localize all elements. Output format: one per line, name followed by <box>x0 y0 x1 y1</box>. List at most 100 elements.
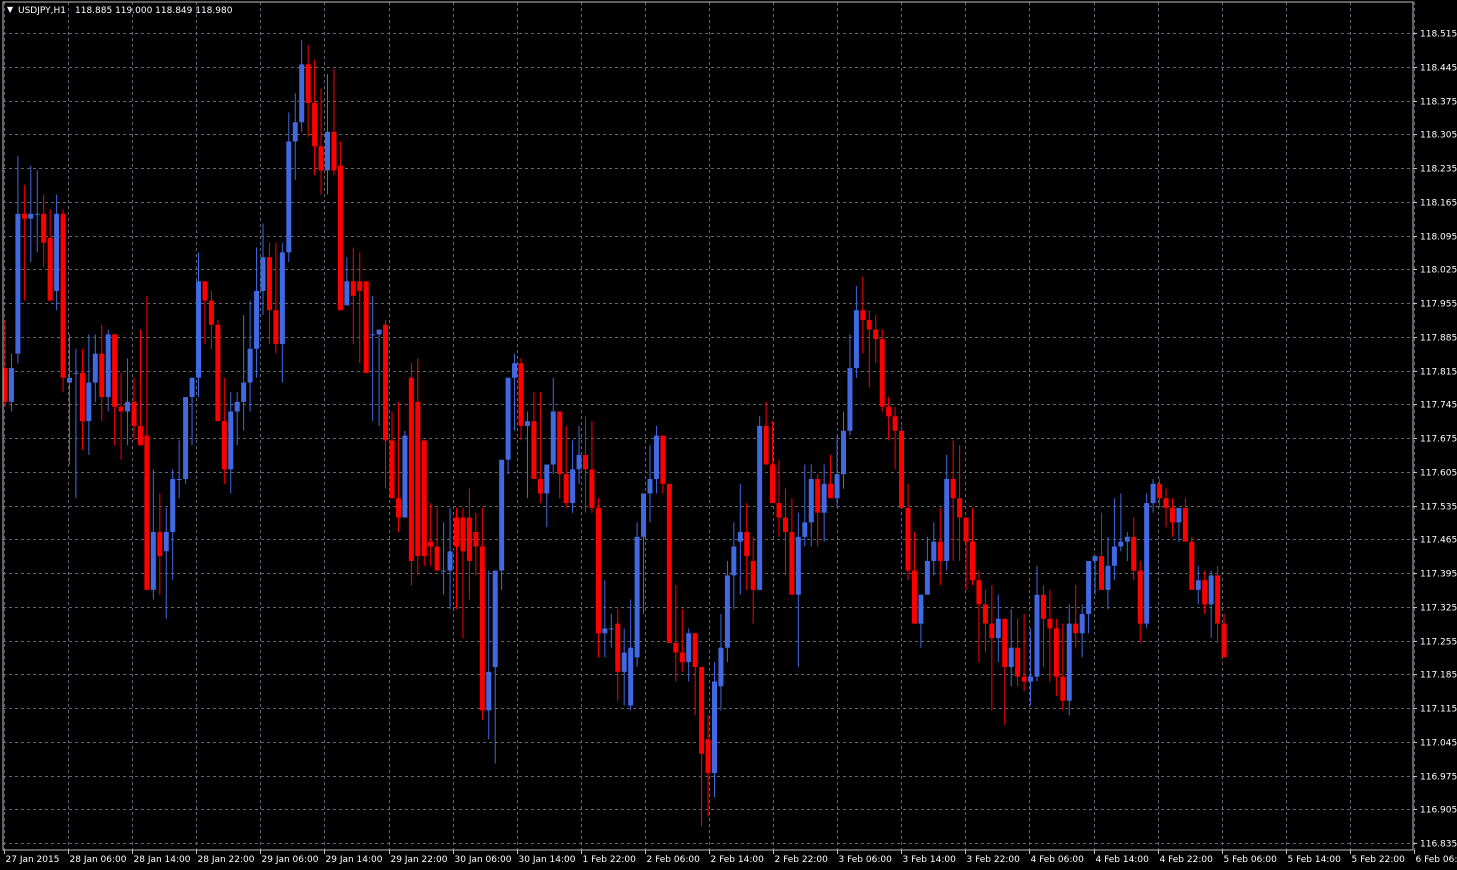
candle-body <box>1189 542 1194 590</box>
candle-body <box>996 619 1001 638</box>
candle-body <box>770 465 775 504</box>
candle-body <box>448 551 453 570</box>
candle-body <box>132 402 137 426</box>
candle-body <box>151 532 156 590</box>
time-tick-label: 4 Feb 06:00 <box>1031 855 1085 865</box>
candle-body <box>390 440 395 498</box>
candle-body <box>1086 561 1091 614</box>
candle-body <box>86 383 91 422</box>
price-tick-label: 117.045 <box>1420 739 1457 749</box>
candle-body <box>686 633 691 662</box>
candle-body <box>1222 624 1227 658</box>
candle-bearish <box>899 426 904 508</box>
candlestick-chart[interactable]: 118.515118.445118.375118.305118.235118.1… <box>0 0 1457 866</box>
candle-body <box>422 440 427 556</box>
candle-body <box>512 363 517 377</box>
candle-body <box>364 281 369 373</box>
candle-body <box>428 542 433 547</box>
chart-background <box>0 0 1457 866</box>
candle-body <box>1202 580 1207 604</box>
candle-bearish <box>1189 537 1194 590</box>
candle-body <box>112 334 117 406</box>
candle-body <box>415 402 420 556</box>
candle-body <box>1015 648 1020 677</box>
price-tick-label: 116.975 <box>1420 773 1457 783</box>
candle-bearish <box>215 320 220 421</box>
candle-body <box>589 469 594 508</box>
symbol-menu-icon[interactable]: ▼ <box>7 5 14 14</box>
candle-body <box>454 518 459 547</box>
candle-body <box>467 518 472 561</box>
candle-body <box>738 532 743 542</box>
chart-header: ▼ USDJPY,H1 118.885 119.000 118.849 118.… <box>7 5 233 16</box>
price-tick-label: 118.375 <box>1420 98 1457 108</box>
candle-body <box>983 604 988 623</box>
chart-window[interactable]: 118.515118.445118.375118.305118.235118.1… <box>0 0 1457 866</box>
candle-bullish <box>725 561 730 662</box>
candle-body <box>293 122 298 141</box>
candle-body <box>196 281 201 377</box>
candle-body <box>1047 619 1052 629</box>
candle-body <box>989 624 994 638</box>
candle-body <box>1170 508 1175 522</box>
candle-body <box>241 383 246 402</box>
candle-body <box>144 436 149 590</box>
candle-body <box>680 653 685 663</box>
time-tick-label: 2 Feb 06:00 <box>647 855 701 865</box>
candle-body <box>73 373 78 374</box>
candle-bearish <box>422 440 427 565</box>
candle-body <box>473 532 478 546</box>
candle-body <box>538 479 543 493</box>
candle-body <box>306 64 311 103</box>
candle-body <box>1054 628 1059 676</box>
candle-body <box>751 561 756 590</box>
candle-body <box>731 546 736 575</box>
candle-body <box>499 460 504 571</box>
candle-body <box>480 546 485 710</box>
candle-body <box>609 628 614 629</box>
candle-body <box>635 537 640 658</box>
candle-body <box>93 354 98 383</box>
candle-body <box>273 310 278 344</box>
candle-body <box>1105 566 1110 590</box>
candle-body <box>190 378 195 397</box>
candle-body <box>370 334 375 335</box>
price-tick-label: 117.955 <box>1420 300 1457 310</box>
candle-body <box>764 426 769 465</box>
candle-body <box>228 411 233 469</box>
ohlc-readout: 118.885 119.000 118.849 118.980 <box>75 6 233 16</box>
candle-body <box>1183 508 1188 542</box>
candle-body <box>351 281 356 295</box>
candle-body <box>815 479 820 513</box>
candle-body <box>202 281 207 300</box>
price-tick-label: 118.165 <box>1420 199 1457 209</box>
candle-body <box>357 281 362 291</box>
candle-body <box>183 397 188 479</box>
candle-body <box>544 465 549 494</box>
candle-body <box>699 667 704 754</box>
candle-body <box>557 411 562 474</box>
candle-body <box>106 334 111 397</box>
time-tick-label: 4 Feb 14:00 <box>1096 855 1150 865</box>
candle-bullish <box>635 522 640 667</box>
candle-body <box>796 537 801 595</box>
candle-body <box>402 436 407 518</box>
candle-body <box>1093 556 1098 561</box>
time-tick-label: 28 Jan 06:00 <box>70 855 127 865</box>
time-tick-label: 29 Jan 22:00 <box>391 855 448 865</box>
candle-body <box>706 739 711 773</box>
candle-bearish <box>364 281 369 373</box>
price-tick-label: 117.255 <box>1420 638 1457 648</box>
candle-body <box>835 474 840 498</box>
candle-body <box>15 214 20 354</box>
candle-body <box>1028 677 1033 682</box>
time-tick-label: 5 Feb 14:00 <box>1288 855 1342 865</box>
candle-body <box>80 373 85 421</box>
candle-body <box>215 325 220 421</box>
candle-body <box>1099 556 1104 590</box>
candle-bearish <box>409 363 414 585</box>
price-tick-label: 117.745 <box>1420 401 1457 411</box>
time-tick-label: 30 Jan 14:00 <box>519 855 576 865</box>
candle-body <box>641 493 646 536</box>
candle-body <box>744 532 749 556</box>
